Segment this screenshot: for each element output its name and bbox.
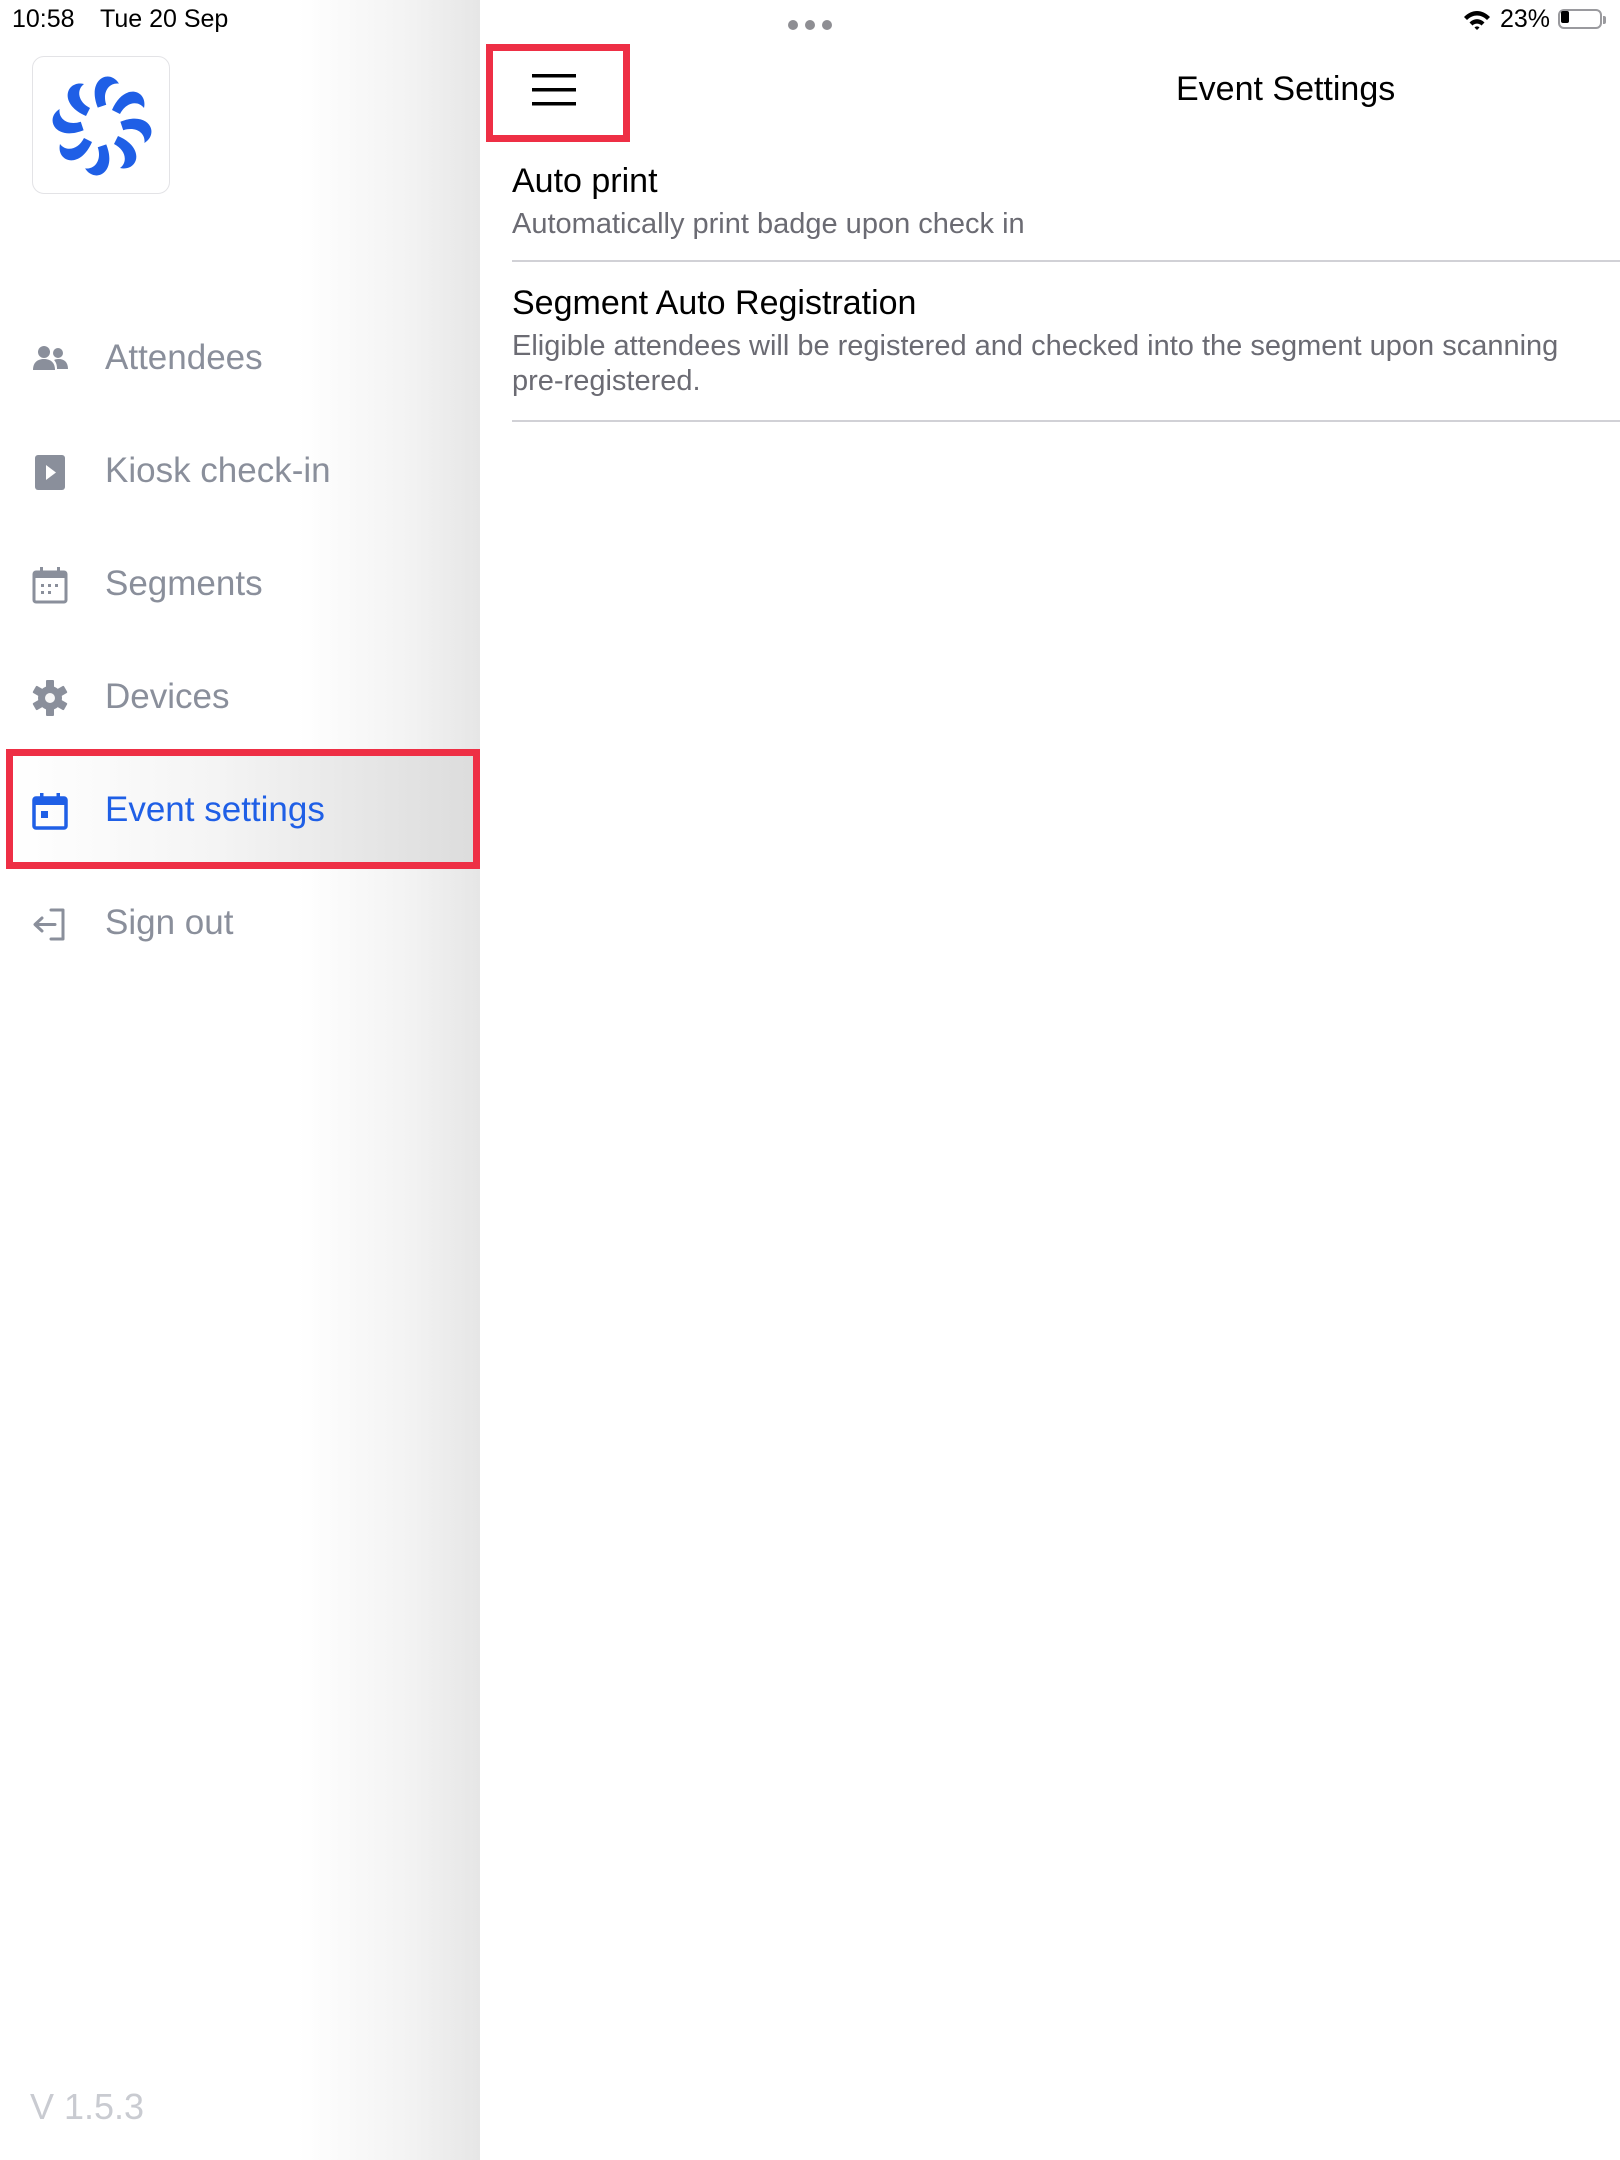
calendar-grid-icon [32,567,68,604]
sidebar-item-segments[interactable]: Segments [8,528,478,638]
sidebar-item-event-settings[interactable]: Event settings [8,754,478,864]
sidebar-item-kiosk-check-in[interactable]: Kiosk check-in [8,415,478,525]
battery-level-fill [1561,11,1569,23]
hamburger-icon [532,74,576,106]
setting-title: Segment Auto Registration [512,284,917,322]
sidebar-item-attendees[interactable]: Attendees [8,302,478,412]
setting-row-segment-auto-registration[interactable]: Segment Auto Registration Eligible atten… [512,262,1620,422]
gear-icon [32,680,68,716]
sidebar-item-label: Sign out [105,903,234,942]
play-icon [35,455,65,490]
sign-out-icon [33,908,65,941]
sidebar: Attendees Kiosk check-in Segments Device… [0,0,480,2160]
sidebar-item-devices[interactable]: Devices [8,641,478,751]
wifi-icon [1464,11,1490,30]
sidebar-item-label: Kiosk check-in [105,451,331,490]
screen: Attendees Kiosk check-in Segments Device… [0,0,1620,2160]
main-panel: Event Settings Auto print Automatically … [480,0,1620,2160]
setting-description: pre-registered. [512,365,701,397]
setting-description: Eligible attendees will be registered an… [512,330,1559,362]
sidebar-item-label: Attendees [105,338,263,377]
setting-title: Auto print [512,162,658,200]
sidebar-item-label: Segments [105,564,263,603]
app-logo [32,56,170,194]
status-bar: 10:58 Tue 20 Sep 23% [0,0,1620,40]
setting-description: Automatically print badge upon check in [512,208,1025,240]
status-date: Tue 20 Sep [100,5,229,33]
setting-row-auto-print[interactable]: Auto print Automatically print badge upo… [512,150,1620,262]
calendar-event-icon [32,793,68,830]
people-icon [33,346,68,370]
app-logo-icon [52,76,152,176]
sidebar-item-sign-out[interactable]: Sign out [8,867,478,977]
battery-icon [1558,8,1608,32]
page-title: Event Settings [1176,70,1396,108]
multitasking-dots-icon[interactable] [788,20,832,30]
battery-percentage: 23% [1500,5,1551,33]
status-time: 10:58 [12,5,75,33]
sidebar-item-label: Devices [105,677,230,716]
sidebar-item-label: Event settings [105,790,325,829]
menu-button[interactable] [486,44,594,136]
app-version: V 1.5.3 [30,2086,145,2127]
